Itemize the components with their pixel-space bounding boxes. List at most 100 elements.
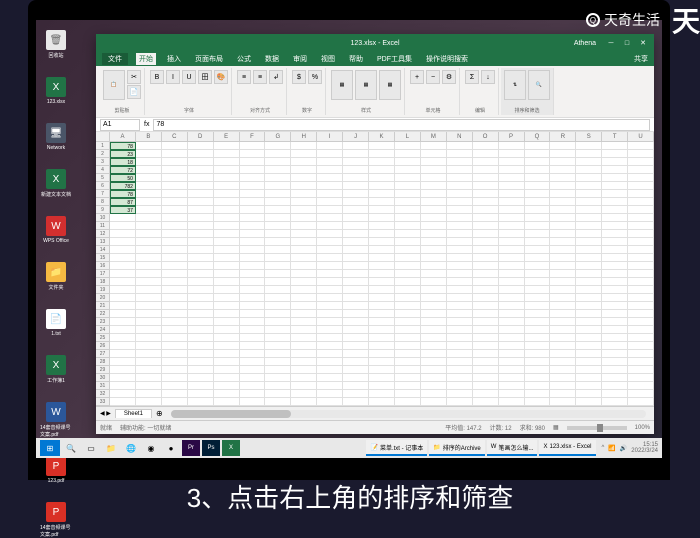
cell[interactable] [395, 142, 421, 150]
cell[interactable] [499, 246, 525, 254]
cell[interactable] [240, 390, 266, 398]
task-view-icon[interactable]: ▭ [82, 440, 100, 456]
cell[interactable] [550, 262, 576, 270]
row-header[interactable]: 10 [96, 214, 109, 222]
cell[interactable] [369, 286, 395, 294]
insert-cell-button[interactable]: + [410, 70, 424, 84]
cell[interactable] [447, 230, 473, 238]
cell[interactable] [525, 206, 551, 214]
cell[interactable] [628, 270, 654, 278]
cell[interactable] [602, 198, 628, 206]
cell[interactable] [240, 174, 266, 182]
cell[interactable] [550, 334, 576, 342]
cell[interactable] [525, 398, 551, 406]
cell[interactable] [291, 142, 317, 150]
cell[interactable] [240, 374, 266, 382]
cell[interactable]: 18 [110, 158, 136, 166]
cell[interactable] [317, 358, 343, 366]
cell[interactable] [317, 342, 343, 350]
cell[interactable] [291, 230, 317, 238]
cell[interactable] [421, 166, 447, 174]
cell[interactable] [343, 334, 369, 342]
cell[interactable] [240, 246, 266, 254]
cell[interactable] [499, 230, 525, 238]
cell[interactable] [369, 246, 395, 254]
cell[interactable] [421, 358, 447, 366]
cell[interactable] [214, 374, 240, 382]
cell[interactable] [576, 238, 602, 246]
cell[interactable] [395, 214, 421, 222]
cell[interactable] [214, 262, 240, 270]
cell[interactable] [550, 150, 576, 158]
row-header[interactable]: 11 [96, 222, 109, 230]
cell[interactable] [421, 206, 447, 214]
cell[interactable] [136, 286, 162, 294]
cell[interactable] [628, 150, 654, 158]
cell[interactable] [525, 350, 551, 358]
cell[interactable] [525, 214, 551, 222]
cell[interactable] [188, 342, 214, 350]
cell[interactable] [188, 190, 214, 198]
cell[interactable] [602, 214, 628, 222]
cell[interactable] [395, 190, 421, 198]
cell[interactable] [240, 166, 266, 174]
cell[interactable] [525, 318, 551, 326]
cell[interactable] [265, 190, 291, 198]
cell[interactable] [162, 326, 188, 334]
cell[interactable] [447, 182, 473, 190]
cell[interactable] [317, 182, 343, 190]
cell[interactable] [499, 350, 525, 358]
cell[interactable] [473, 142, 499, 150]
cell[interactable] [447, 286, 473, 294]
cell[interactable] [473, 334, 499, 342]
cell[interactable] [162, 358, 188, 366]
cell[interactable] [576, 254, 602, 262]
cell[interactable] [473, 182, 499, 190]
cell[interactable] [162, 398, 188, 406]
cell[interactable] [576, 206, 602, 214]
cell[interactable] [473, 270, 499, 278]
cell[interactable] [473, 166, 499, 174]
row-header[interactable]: 31 [96, 382, 109, 390]
cell[interactable] [628, 286, 654, 294]
italic-button[interactable]: I [166, 70, 180, 84]
align-center-button[interactable]: ≡ [253, 70, 267, 84]
cell[interactable] [265, 270, 291, 278]
cell[interactable] [395, 390, 421, 398]
cell[interactable] [395, 166, 421, 174]
cell[interactable]: 50 [110, 174, 136, 182]
cell[interactable] [576, 230, 602, 238]
cell[interactable] [110, 382, 136, 390]
recorder-icon[interactable]: ● [162, 440, 180, 456]
cell[interactable] [369, 270, 395, 278]
currency-button[interactable]: $ [292, 70, 306, 84]
cell[interactable] [628, 366, 654, 374]
cell[interactable] [628, 334, 654, 342]
cell[interactable] [136, 278, 162, 286]
cell[interactable] [317, 366, 343, 374]
cell[interactable] [265, 286, 291, 294]
cell[interactable] [525, 190, 551, 198]
cell[interactable] [265, 238, 291, 246]
cell[interactable] [317, 286, 343, 294]
cell[interactable] [214, 174, 240, 182]
cell[interactable] [343, 238, 369, 246]
cell[interactable] [602, 254, 628, 262]
cell[interactable] [473, 198, 499, 206]
tray-up-icon[interactable]: ^ [602, 445, 605, 451]
cell[interactable] [214, 302, 240, 310]
cell[interactable] [214, 398, 240, 406]
cell[interactable] [369, 318, 395, 326]
cell[interactable] [473, 294, 499, 302]
cell[interactable] [602, 182, 628, 190]
cell[interactable] [240, 278, 266, 286]
cell[interactable] [421, 286, 447, 294]
cell[interactable] [499, 358, 525, 366]
cell[interactable] [447, 294, 473, 302]
cell[interactable] [576, 358, 602, 366]
cell[interactable] [110, 262, 136, 270]
cell[interactable] [188, 182, 214, 190]
cell[interactable] [162, 366, 188, 374]
cell[interactable] [136, 238, 162, 246]
cell[interactable] [421, 350, 447, 358]
